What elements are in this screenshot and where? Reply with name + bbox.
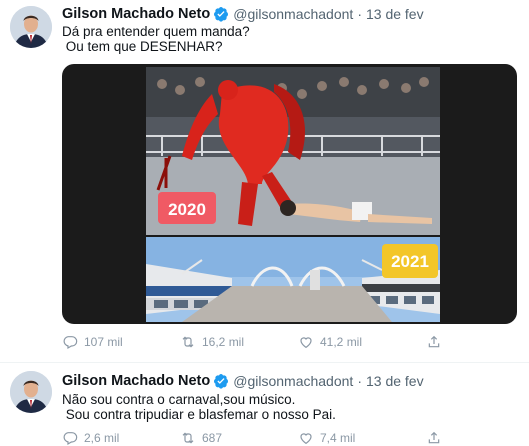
verified-icon xyxy=(214,374,229,389)
reply-icon xyxy=(63,336,78,350)
media-photo-bottom: 2021 xyxy=(146,237,440,322)
reply-count: 2,6 mil xyxy=(84,431,120,445)
like-count: 41,2 mil xyxy=(320,335,363,349)
tweet-media[interactable]: 2020 2021 xyxy=(62,64,517,324)
tweet-actions: 107 mil 16,2 mil 41,2 mil xyxy=(62,334,482,350)
tweet[interactable]: Gilson Machado Neto @gilsonmachadont · 1… xyxy=(0,362,529,446)
tweet[interactable]: Gilson Machado Neto @gilsonmachadont · 1… xyxy=(0,0,529,362)
retweet-button[interactable]: 16,2 mil xyxy=(180,334,298,350)
year-badge-2020: 2020 xyxy=(168,200,206,219)
media-photo-top: 2020 xyxy=(146,67,440,235)
tweet-date[interactable]: 13 de fev xyxy=(366,373,424,389)
verified-icon xyxy=(214,7,229,22)
tweet-text-line: Sou contra tripudiar e blasfemar o nosso… xyxy=(62,407,336,422)
tweet-text-line: Não sou contra o carnaval,sou músico. xyxy=(62,392,296,407)
reply-count: 107 mil xyxy=(84,335,123,349)
tweet-date[interactable]: 13 de fev xyxy=(366,6,424,22)
retweet-icon xyxy=(182,336,194,348)
reply-button[interactable]: 107 mil xyxy=(62,334,180,350)
avatar[interactable] xyxy=(10,371,52,413)
author-handle[interactable]: @gilsonmachadont xyxy=(233,373,353,389)
tweet-header: Gilson Machado Neto @gilsonmachadont · 1… xyxy=(62,371,424,391)
author-name[interactable]: Gilson Machado Neto xyxy=(62,373,210,389)
retweet-count: 687 xyxy=(202,431,223,445)
share-icon xyxy=(428,335,440,348)
like-button[interactable]: 41,2 mil xyxy=(298,334,426,350)
year-badge-2021: 2021 xyxy=(391,252,429,271)
avatar[interactable] xyxy=(10,6,52,48)
separator-dot: · xyxy=(357,6,362,22)
tweet-text: Não sou contra o carnaval,sou músico. So… xyxy=(62,392,336,422)
like-count: 7,4 mil xyxy=(320,431,356,445)
like-icon xyxy=(300,337,312,349)
separator-dot: · xyxy=(357,373,362,389)
author-handle[interactable]: @gilsonmachadont xyxy=(233,6,353,22)
tweet-text: Dá pra entender quem manda? Ou tem que D… xyxy=(62,24,250,54)
tweet-text-line: Ou tem que DESENHAR? xyxy=(62,39,223,54)
tweet-header: Gilson Machado Neto @gilsonmachadont · 1… xyxy=(62,4,424,24)
share-button[interactable] xyxy=(426,334,456,350)
author-name[interactable]: Gilson Machado Neto xyxy=(62,6,210,22)
tweet-text-line: Dá pra entender quem manda? xyxy=(62,24,250,39)
retweet-count: 16,2 mil xyxy=(202,335,245,349)
